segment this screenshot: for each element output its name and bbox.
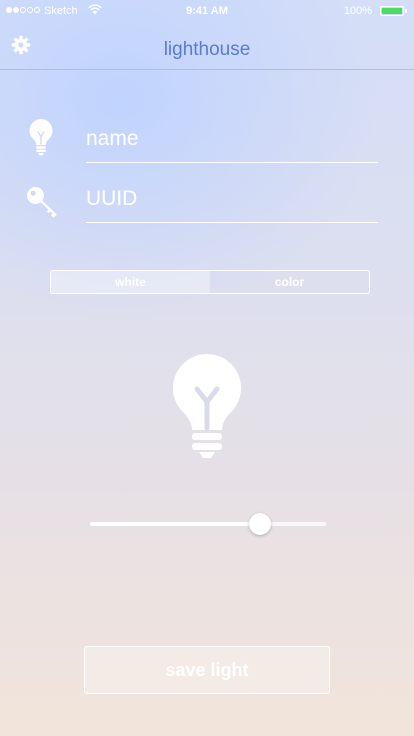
key-icon <box>27 187 57 218</box>
battery-percent: 100% <box>343 5 372 17</box>
page-title: lighthouse <box>163 39 251 60</box>
battery-icon <box>380 6 404 16</box>
segment-white[interactable]: white <box>51 271 210 293</box>
status-bar: Sketch 9:41 AM 100% <box>0 0 414 22</box>
save-light-button[interactable]: save light <box>84 646 330 694</box>
brightness-slider-fill <box>90 522 260 526</box>
name-field[interactable] <box>86 120 378 163</box>
nav-bar: lighthouse <box>0 22 414 70</box>
battery-tip <box>405 9 407 13</box>
mode-segmented-control: white color <box>50 270 370 294</box>
brightness-slider-track[interactable] <box>90 522 326 526</box>
lightbulb-icon <box>29 119 53 156</box>
brightness-slider-thumb[interactable] <box>248 513 271 535</box>
uuid-field[interactable] <box>86 180 378 223</box>
brightness-lightbulb-icon <box>172 353 242 458</box>
segment-color[interactable]: color <box>210 271 369 293</box>
